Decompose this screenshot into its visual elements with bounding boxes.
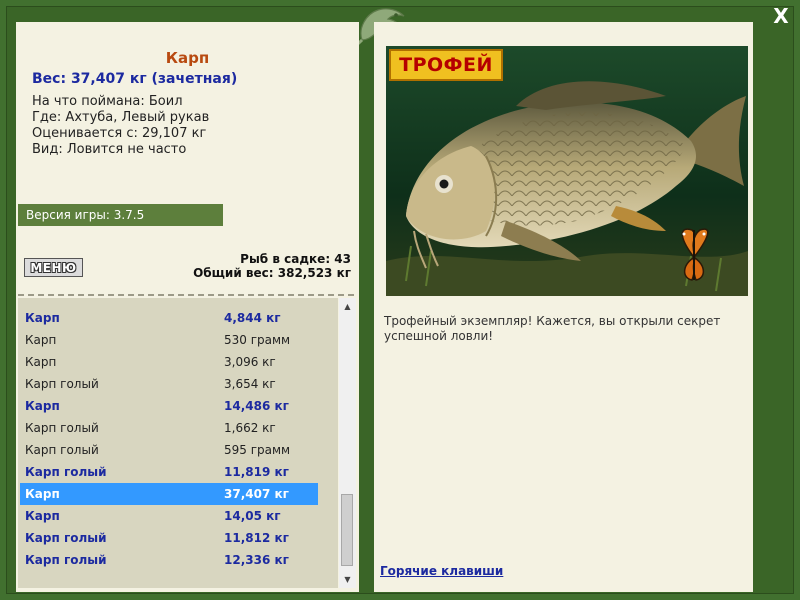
bait-info: На что поймана: Боил	[32, 94, 183, 109]
scroll-up-arrow-icon[interactable]: ▲	[339, 298, 356, 315]
fish-weight-cell: 595 грамм	[224, 443, 291, 457]
trophy-badge: ТРОФЕЙ	[389, 49, 503, 81]
keepnet-stats: Рыб в садке: 43 Общий вес: 382,523 кг	[193, 252, 351, 280]
fish-weight-cell: 4,844 кг	[224, 311, 281, 325]
valuation-info: Оценивается с: 29,107 кг	[32, 126, 207, 141]
list-item[interactable]: Карп голый 12,336 кг	[20, 549, 318, 571]
list-item[interactable]: Карп голый 595 грамм	[20, 439, 318, 461]
location-info: Где: Ахтуба, Левый рукав	[32, 110, 210, 125]
list-item[interactable]: Карп 14,486 кг	[20, 395, 318, 417]
list-item[interactable]: Карп 4,844 кг	[20, 307, 318, 329]
menu-button[interactable]: МЕНЮ	[24, 258, 83, 277]
list-item[interactable]: Карп голый 11,812 кг	[20, 527, 318, 549]
fish-name-cell: Карп голый	[25, 465, 107, 479]
carp-illustration	[386, 46, 748, 296]
game-version-bar: Версия игры: 3.7.5	[18, 204, 223, 226]
trophy-fish-image: ТРОФЕЙ	[386, 46, 748, 296]
fish-weight-cell: 3,654 кг	[224, 377, 276, 391]
fish-name-cell: Карп голый	[25, 421, 99, 435]
list-item[interactable]: Карп 3,096 кг	[20, 351, 318, 373]
catch-list: Карп 4,844 кг Карп 530 грамм Карп 3,096 кг Кар…	[18, 298, 338, 588]
list-item[interactable]: Карп 14,05 кг	[20, 505, 318, 527]
scroll-thumb[interactable]	[341, 494, 353, 566]
rarity-info: Вид: Ловится не часто	[32, 142, 187, 157]
catch-list-scrollbar[interactable]: ▲ ▼	[339, 298, 356, 588]
fish-info-panel: Карп Вес: 37,407 кг (зачетная) На что по…	[16, 22, 359, 592]
fish-name-cell: Карп голый	[25, 443, 99, 457]
fish-weight-cell: 3,096 кг	[224, 355, 276, 369]
fish-name-cell: Карп голый	[25, 531, 107, 545]
fish-name-cell: Карп	[25, 487, 60, 501]
list-item[interactable]: Карп 37,407 кг	[20, 483, 318, 505]
divider	[18, 294, 354, 296]
fish-name-cell: Карп	[25, 355, 57, 369]
fish-weight-cell: 11,812 кг	[224, 531, 289, 545]
list-item[interactable]: Карп голый 11,819 кг	[20, 461, 318, 483]
fish-weight-cell: 1,662 кг	[224, 421, 276, 435]
fish-name-cell: Карп	[25, 509, 60, 523]
fish-count: Рыб в садке: 43	[240, 252, 351, 266]
fish-weight: Вес: 37,407 кг (зачетная)	[32, 71, 238, 87]
fish-weight-cell: 14,05 кг	[224, 509, 281, 523]
fish-weight-cell: 11,819 кг	[224, 465, 289, 479]
total-weight: Общий вес: 382,523 кг	[193, 266, 351, 280]
fish-name-cell: Карп	[25, 399, 60, 413]
trophy-panel: ТРОФЕЙ Трофейный экземпляр! Кажется, вы …	[374, 22, 753, 592]
trophy-description: Трофейный экземпляр! Кажется, вы открыли…	[384, 314, 721, 343]
hotkeys-link[interactable]: Горячие клавиши	[380, 564, 503, 578]
fish-weight-cell: 530 грамм	[224, 333, 291, 347]
list-item[interactable]: Карп голый 3,654 кг	[20, 373, 318, 395]
fish-name-cell: Карп	[25, 333, 57, 347]
scroll-down-arrow-icon[interactable]: ▼	[339, 571, 356, 588]
fish-name: Карп	[165, 49, 210, 67]
fish-name-cell: Карп голый	[25, 553, 107, 567]
list-item[interactable]: Карп голый 1,662 кг	[20, 417, 318, 439]
fish-weight-cell: 37,407 кг	[224, 487, 289, 501]
fish-name-cell: Карп голый	[25, 377, 99, 391]
fish-name-cell: Карп	[25, 311, 60, 325]
close-button[interactable]: X	[770, 5, 792, 27]
list-item[interactable]: Карп 530 грамм	[20, 329, 318, 351]
fish-weight-cell: 12,336 кг	[224, 553, 289, 567]
fish-weight-cell: 14,486 кг	[224, 399, 289, 413]
